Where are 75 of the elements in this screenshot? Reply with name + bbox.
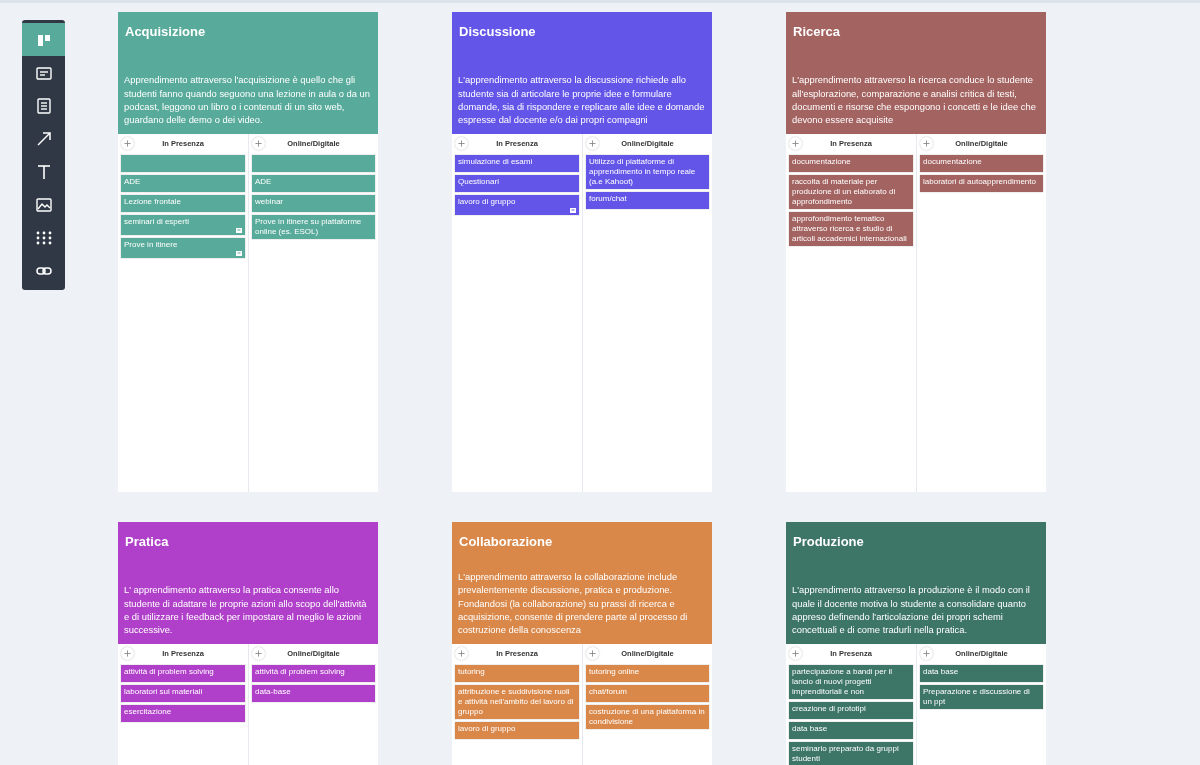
plus-icon xyxy=(923,139,930,147)
sticky-note[interactable]: data base xyxy=(920,665,1043,682)
sticky-note[interactable]: lavoro di gruppo xyxy=(455,722,579,739)
add-button[interactable] xyxy=(920,136,933,150)
add-button[interactable] xyxy=(455,136,468,150)
add-button[interactable] xyxy=(252,136,265,150)
card-title: Ricerca xyxy=(793,24,841,39)
sticky-note[interactable]: partecipazione a bandi per il lancio di nuovi progetti imprenditoriali e non xyxy=(789,665,913,699)
sticky-note[interactable]: tutoring xyxy=(455,665,579,682)
plus-icon xyxy=(255,139,262,147)
add-button[interactable] xyxy=(252,646,265,660)
add-button[interactable] xyxy=(789,646,802,660)
sticky-note[interactable]: simulazione di esami xyxy=(455,155,579,172)
sticky-note[interactable]: creazione di prototipi xyxy=(789,702,913,719)
card-description: L'apprendimento attraverso la produzione è il modo con il quale il docente motiva lo studente a consolidare quanto appreso definendo l'articolazione dei propri schemi concettuali e di come tradurli nella pratica. xyxy=(792,583,1031,636)
sticky-note[interactable]: attività di problem solving xyxy=(252,665,375,682)
sticky-note[interactable]: lavoro di gruppo xyxy=(455,195,579,215)
sticky-note[interactable]: laboratori di autoapprendimento xyxy=(920,175,1043,192)
document-icon xyxy=(34,96,53,115)
sticky-note[interactable]: seminari di esperti xyxy=(121,215,245,235)
sticky-note[interactable]: Questionari xyxy=(455,175,579,192)
card-description: L'apprendimento attraverso la collaborazione include prevalentemente discussione, pratica e produzione. Fondandosi (la collaborazione) su prassi di ricerca e acquisizione, consente di prendere parte al processo di costruzione della conoscenza xyxy=(458,570,689,636)
sticky-note[interactable]: seminario preparato da gruppi studenti xyxy=(789,742,913,765)
sticky-note[interactable]: tutoring online xyxy=(586,665,709,682)
add-button[interactable] xyxy=(586,136,599,150)
plus-icon xyxy=(124,649,131,657)
plus-icon xyxy=(124,139,131,147)
plus-icon xyxy=(589,649,596,657)
add-button[interactable] xyxy=(455,646,468,660)
sticky-note[interactable]: approfondimento tematico attraverso ricerca e studio di articoli accademici internazionali xyxy=(789,212,913,246)
card-description: L'apprendimento attraverso la ricerca conduce lo studente all'esplorazione, comparazione e analisi critica di testi, documenti e risorse che espongono i concetti e le idee che devono essere acquisite xyxy=(792,73,1037,126)
sticky-note[interactable]: Preparazione e discussione di un ppt xyxy=(920,685,1043,709)
add-button[interactable] xyxy=(121,646,134,660)
card-description: L' apprendimento attraverso la pratica consente allo studente di adattare le proprie azioni allo scopo dell'attività e di utilizzare i feedback per impostare al meglio le azioni successive. xyxy=(124,583,368,636)
sticky-note[interactable]: raccolta di materiale per produzione di un elaborato di approfondimento xyxy=(789,175,913,209)
card-title: Acquisizione xyxy=(125,24,207,39)
sticky-note[interactable]: attività di problem solving xyxy=(121,665,245,682)
add-button[interactable] xyxy=(789,136,802,150)
sticky-note[interactable]: webinar xyxy=(252,195,375,212)
add-button[interactable] xyxy=(586,646,599,660)
card-description: Apprendimento attraverso l'acquisizione è quello che gli studenti fanno quando seguono una lezione in aula o da un podcast, leggono un libro o i contenuti di un sito web, guardano delle demo o dei video. xyxy=(124,73,372,126)
card-description: L'apprendimento attraverso la discussione richiede allo studente sia di articolare le proprie idee e formulare domande, sia di rispondere e replicare alle idee e domande espresse dal docente e/o dai propri compagni xyxy=(458,73,706,126)
sticky-note[interactable]: laboratori sui materiali xyxy=(121,685,245,702)
sticky-note[interactable]: attribuzione e suddivisione ruoli e attività nell'ambito del lavoro di gruppo xyxy=(455,685,579,719)
sticky-note[interactable]: esercitazione xyxy=(121,705,245,722)
add-button[interactable] xyxy=(121,136,134,150)
sticky-note[interactable]: data-base xyxy=(252,685,375,702)
card-title: Discussione xyxy=(459,24,537,39)
sticky-note[interactable]: ADE xyxy=(121,175,245,192)
plus-icon xyxy=(255,649,262,657)
plus-icon xyxy=(923,649,930,657)
card-title: Collaborazione xyxy=(459,534,554,549)
sticky-note[interactable]: Prove in itinere xyxy=(121,238,245,258)
comment-icon xyxy=(236,251,242,256)
sticky-note[interactable]: chat/forum xyxy=(586,685,709,702)
card-title: Produzione xyxy=(793,534,865,549)
plus-icon xyxy=(458,649,465,657)
sticky-note[interactable]: Prove in itinere su piattaforme online (es. ESOL) xyxy=(252,215,375,239)
add-button[interactable] xyxy=(920,646,933,660)
comment-icon xyxy=(236,228,242,233)
sticky-note[interactable]: costruzione di una piattaforma in condivisione xyxy=(586,705,709,729)
sticky-note[interactable]: data base xyxy=(789,722,913,739)
sticky-note[interactable]: Utilizzo di piattaforme di apprendimento in tempo reale (a.e Kahoot) xyxy=(586,155,709,189)
plus-icon xyxy=(792,649,799,657)
plus-icon xyxy=(589,139,596,147)
sticky-note[interactable]: documentazione xyxy=(920,155,1043,172)
card-title: Pratica xyxy=(125,534,170,549)
sticky-note[interactable]: forum/chat xyxy=(586,192,709,209)
plus-icon xyxy=(792,139,799,147)
sticky-note[interactable]: Lezione frontale xyxy=(121,195,245,212)
sticky-note[interactable]: ADE xyxy=(252,175,375,192)
image-icon xyxy=(34,195,53,214)
sticky-note[interactable]: documentazione xyxy=(789,155,913,172)
comment-icon xyxy=(570,208,576,213)
plus-icon xyxy=(458,139,465,147)
